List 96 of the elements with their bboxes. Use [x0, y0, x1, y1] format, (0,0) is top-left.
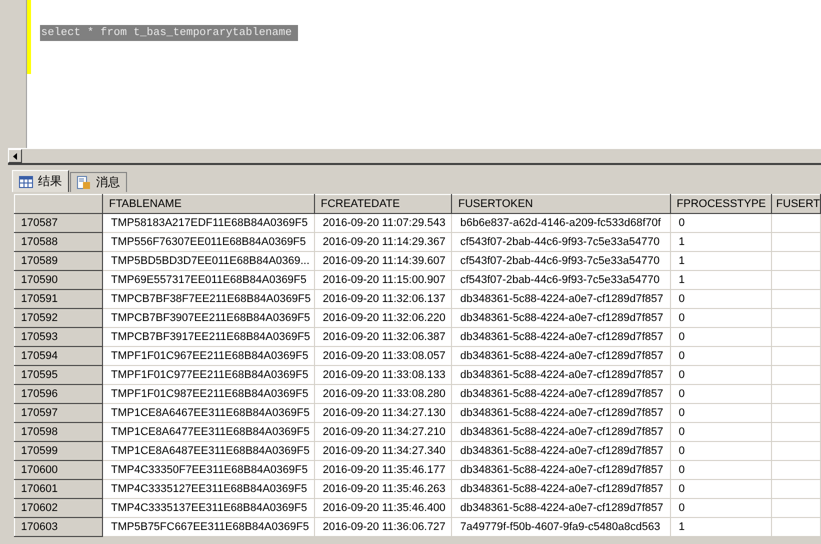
- table-cell: 2016-09-20 11:14:39.607: [314, 252, 452, 270]
- table-cell: db348361-5c88-4224-a0e7-cf1289d7f857: [452, 290, 670, 308]
- table-cell: 2016-09-20 11:34:27.130: [314, 404, 452, 422]
- table-cell: 0: [670, 346, 772, 366]
- table-cell: TMP5BD5BD3D7EE011E68B84A0369...: [102, 252, 314, 270]
- table-cell: 0: [670, 308, 772, 328]
- table-cell: 2016-09-20 11:33:08.057: [314, 346, 452, 366]
- table-cell: 2016-09-20 11:32:06.220: [314, 308, 452, 328]
- row-header[interactable]: 170600: [14, 460, 103, 480]
- table-cell: 0: [670, 442, 772, 460]
- table-cell: cf543f07-2bab-44c6-9f93-7c5e33a54770: [452, 270, 670, 290]
- table-cell: db348361-5c88-4224-a0e7-cf1289d7f857: [452, 308, 670, 328]
- document-icon: [77, 176, 91, 190]
- table-cell: db348361-5c88-4224-a0e7-cf1289d7f857: [452, 384, 670, 404]
- row-header[interactable]: 170589: [14, 252, 103, 270]
- table-cell: TMPCB7BF3917EE211E68B84A0369F5: [102, 328, 314, 346]
- table-cell: 0: [670, 214, 772, 232]
- row-header[interactable]: 170598: [14, 422, 103, 442]
- grid-icon: [19, 176, 33, 188]
- selected-sql-query: select * from t_bas_temporarytablename: [40, 25, 298, 41]
- row-header[interactable]: 170587: [14, 214, 103, 232]
- table-cell: 2016-09-20 11:07:29.543: [314, 214, 452, 232]
- table-cell: 2016-09-20 11:35:46.177: [314, 460, 452, 480]
- table-cell: db348361-5c88-4224-a0e7-cf1289d7f857: [452, 498, 670, 518]
- table-cell: TMPCB7BF3907EE211E68B84A0369F5: [102, 308, 314, 328]
- table-cell: db348361-5c88-4224-a0e7-cf1289d7f857: [452, 328, 670, 346]
- column-header[interactable]: FUSERTOKEN: [452, 194, 670, 214]
- table-cell: db348361-5c88-4224-a0e7-cf1289d7f857: [452, 442, 670, 460]
- table-cell: 0: [670, 480, 772, 498]
- table-cell: TMPF1F01C987EE211E68B84A0369F5: [102, 384, 314, 404]
- table-cell: TMP5B75FC667EE311E68B84A0369F5: [102, 518, 314, 536]
- table-cell: TMP1CE8A6467EE311E68B84A0369F5: [102, 404, 314, 422]
- table-cell: 2016-09-20 11:34:27.340: [314, 442, 452, 460]
- table-cell: TMPF1F01C977EE211E68B84A0369F5: [102, 366, 314, 384]
- table-cell: TMP556F76307EE011E68B84A0369F5: [102, 232, 314, 252]
- table-cell: 2016-09-20 11:33:08.133: [314, 366, 452, 384]
- table-cell: b6b6e837-a62d-4146-a209-fc533d68f70f: [452, 214, 670, 232]
- table-cell: 2016-09-20 11:15:00.907: [314, 270, 452, 290]
- table-cell: TMP1CE8A6487EE311E68B84A0369F5: [102, 442, 314, 460]
- table-cell: cf543f07-2bab-44c6-9f93-7c5e33a54770: [452, 252, 670, 270]
- table-cell: TMP69E557317EE011E68B84A0369F5: [102, 270, 314, 290]
- table-cell: db348361-5c88-4224-a0e7-cf1289d7f857: [452, 366, 670, 384]
- table-cell: 0: [670, 460, 772, 480]
- row-header[interactable]: 170593: [14, 328, 103, 346]
- table-cell: 2016-09-20 11:35:46.400: [314, 498, 452, 518]
- column-header[interactable]: FCREATEDATE: [314, 194, 452, 214]
- table-cell: 2016-09-20 11:32:06.387: [314, 328, 452, 346]
- table-cell: TMP4C33350F7EE311E68B84A0369F5: [102, 460, 314, 480]
- table-cell: cf543f07-2bab-44c6-9f93-7c5e33a54770: [452, 232, 670, 252]
- table-cell: 0: [670, 290, 772, 308]
- table-cell: 2016-09-20 11:36:06.727: [314, 518, 452, 536]
- table-cell: 2016-09-20 11:33:08.280: [314, 384, 452, 404]
- row-header[interactable]: 170596: [14, 384, 103, 404]
- row-header[interactable]: 170601: [14, 480, 103, 498]
- table-cell: db348361-5c88-4224-a0e7-cf1289d7f857: [452, 346, 670, 366]
- table-cell: 0: [670, 366, 772, 384]
- table-cell: TMP58183A217EDF11E68B84A0369F5: [102, 214, 314, 232]
- table-cell: TMP4C3335127EE311E68B84A0369F5: [102, 480, 314, 498]
- table-cell: db348361-5c88-4224-a0e7-cf1289d7f857: [452, 460, 670, 480]
- table-cell: 1: [670, 270, 772, 290]
- table-cell: 1: [670, 252, 772, 270]
- row-header[interactable]: 170594: [14, 346, 103, 366]
- row-header[interactable]: 170591: [14, 290, 103, 308]
- table-cell: 0: [670, 422, 772, 442]
- horizontal-scrollbar[interactable]: [8, 148, 821, 165]
- table-cell: TMP1CE8A6477EE311E68B84A0369F5: [102, 422, 314, 442]
- row-header[interactable]: 170595: [14, 366, 103, 384]
- row-header[interactable]: 170592: [14, 308, 103, 328]
- table-cell: db348361-5c88-4224-a0e7-cf1289d7f857: [452, 480, 670, 498]
- table-cell: 0: [670, 384, 772, 404]
- table-cell: 1: [670, 232, 772, 252]
- column-header[interactable]: FPROCESSTYPE: [670, 194, 772, 214]
- results-tab[interactable]: 消息: [70, 172, 127, 192]
- row-header[interactable]: 170602: [14, 498, 103, 518]
- table-cell: 0: [670, 404, 772, 422]
- row-header[interactable]: 170588: [14, 232, 103, 252]
- results-tab[interactable]: 结果: [12, 170, 69, 192]
- column-header[interactable]: FTABLENAME: [102, 194, 314, 214]
- table-cell: db348361-5c88-4224-a0e7-cf1289d7f857: [452, 404, 670, 422]
- row-header[interactable]: 170590: [14, 270, 103, 290]
- table-cell: 2016-09-20 11:34:27.210: [314, 422, 452, 442]
- row-header[interactable]: 170603: [14, 518, 103, 536]
- table-cell: db348361-5c88-4224-a0e7-cf1289d7f857: [452, 422, 670, 442]
- table-cell: TMPF1F01C967EE211E68B84A0369F5: [102, 346, 314, 366]
- table-cell: TMPCB7BF38F7EE211E68B84A0369F5: [102, 290, 314, 308]
- table-cell: 2016-09-20 11:14:29.367: [314, 232, 452, 252]
- row-header[interactable]: 170599: [14, 442, 103, 460]
- row-header[interactable]: 170597: [14, 404, 103, 422]
- table-cell: 0: [670, 498, 772, 518]
- table-cell: 2016-09-20 11:35:46.263: [314, 480, 452, 498]
- table-cell: 0: [670, 328, 772, 346]
- column-header[interactable]: FUSERT: [772, 194, 820, 214]
- table-cell: TMP4C3335137EE311E68B84A0369F5: [102, 498, 314, 518]
- table-cell: 1: [670, 518, 772, 536]
- table-cell: 7a49779f-f50b-4607-9fa9-c5480a8cd563: [452, 518, 670, 536]
- table-cell: 2016-09-20 11:32:06.137: [314, 290, 452, 308]
